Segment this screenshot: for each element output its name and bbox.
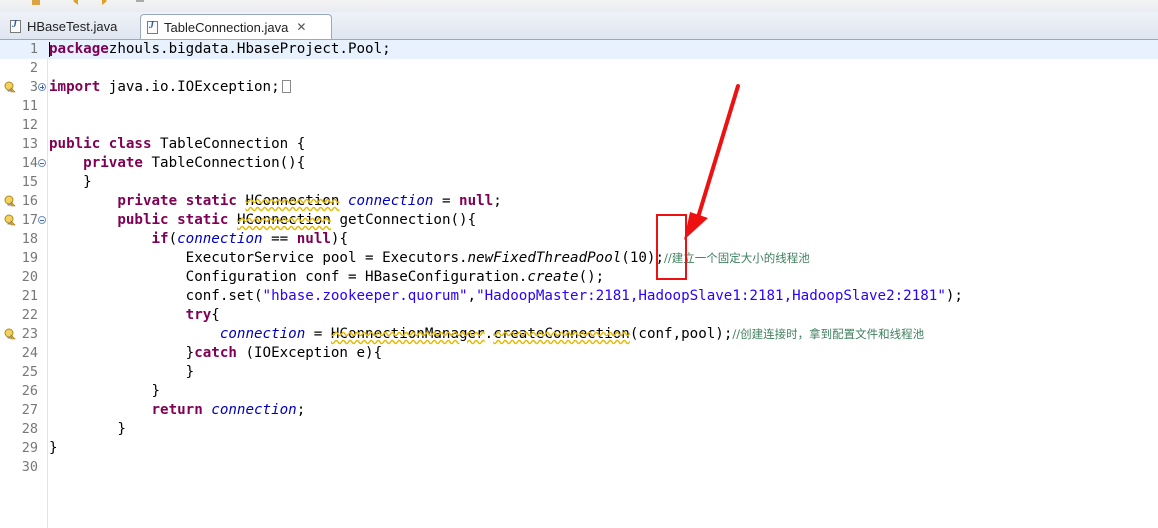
code-text: }: [49, 174, 92, 190]
tab-hbasetest[interactable]: HBaseTest.java: [4, 15, 138, 38]
code-line-30[interactable]: 30: [0, 458, 1158, 477]
code-text: }catch (IOException e){: [49, 345, 383, 361]
close-icon[interactable]: ✕: [296, 20, 306, 34]
code-line-16[interactable]: 16 private static HConnection connection…: [0, 192, 1158, 211]
line-number: 27: [21, 402, 38, 418]
code-line-29[interactable]: 29}: [0, 439, 1158, 458]
code-text: }: [49, 440, 58, 456]
line-number: 30: [21, 459, 38, 475]
code-text: private static HConnection connection = …: [117, 193, 502, 209]
code-text: }: [49, 364, 195, 380]
line-number: 21: [21, 288, 38, 304]
line-number: 19: [21, 250, 38, 266]
line-number: 26: [21, 383, 38, 399]
editor-tab-bar: HBaseTest.java TableConnection.java ✕: [0, 12, 1158, 40]
code-text: private TableConnection(){: [83, 155, 306, 171]
line-number: 16: [21, 193, 38, 209]
line-number: 1: [29, 41, 38, 57]
code-line-26[interactable]: 26 }: [0, 382, 1158, 401]
warning-lightbulb-icon[interactable]: [4, 195, 16, 207]
fold-expand-icon[interactable]: [38, 83, 46, 91]
warning-lightbulb-icon[interactable]: [4, 81, 16, 93]
line-number: 18: [21, 231, 38, 247]
tab-label: TableConnection.java: [164, 19, 289, 35]
code-line-1[interactable]: 1 packagezhouls.bigdata.HbaseProject.Pool…: [0, 40, 1158, 59]
code-line-17[interactable]: 17 public static HConnection getConnecti…: [0, 211, 1158, 230]
code-line-22[interactable]: 22 try{: [0, 306, 1158, 325]
code-line-28[interactable]: 28 }: [0, 420, 1158, 439]
code-line-13[interactable]: 13 public class TableConnection {: [0, 135, 1158, 154]
code-text: import java.io.IOException;: [49, 78, 291, 97]
collapsed-region-icon[interactable]: [281, 80, 291, 93]
code-editor[interactable]: 1 packagezhouls.bigdata.HbaseProject.Pool…: [0, 40, 1158, 528]
code-line-3[interactable]: 3 import java.io.IOException;: [0, 78, 1158, 97]
warning-lightbulb-icon[interactable]: [4, 328, 16, 340]
line-number: 13: [21, 136, 38, 152]
line-number: 17: [21, 212, 38, 228]
code-text: }: [49, 421, 126, 437]
line-number: 24: [21, 345, 38, 361]
code-text: packagezhouls.bigdata.HbaseProject.Pool;: [49, 41, 391, 57]
code-text: }: [49, 383, 161, 399]
code-line-11[interactable]: 11: [0, 97, 1158, 116]
code-text: return connection;: [151, 402, 306, 418]
fold-collapse-icon[interactable]: [38, 216, 46, 224]
line-number: 2: [29, 60, 38, 76]
line-number: 23: [21, 326, 38, 342]
java-file-icon: [147, 20, 158, 34]
code-text: conf.set("hbase.zookeeper.quorum","Hadoo…: [49, 288, 963, 304]
text-caret: [49, 42, 50, 57]
next-icon[interactable]: [134, 0, 146, 6]
code-line-14[interactable]: 14 private TableConnection(){: [0, 154, 1158, 173]
code-line-2[interactable]: 2: [0, 59, 1158, 78]
code-text: ExecutorService pool = Executors.newFixe…: [49, 250, 810, 266]
code-line-20[interactable]: 20 Configuration conf = HBaseConfigurati…: [0, 268, 1158, 287]
line-number: 15: [21, 174, 38, 190]
code-line-18[interactable]: 18 if(connection == null){: [0, 230, 1158, 249]
line-number: 12: [21, 117, 38, 133]
code-text: if(connection == null){: [151, 231, 349, 247]
line-number: 29: [21, 440, 38, 456]
warning-lightbulb-icon[interactable]: [4, 214, 16, 226]
java-file-icon: [10, 19, 21, 33]
code-line-25[interactable]: 25 }: [0, 363, 1158, 382]
toolbar: [0, 0, 1158, 12]
fold-collapse-icon[interactable]: [38, 159, 46, 167]
code-line-24[interactable]: 24 }catch (IOException e){: [0, 344, 1158, 363]
code-line-27[interactable]: 27 return connection;: [0, 401, 1158, 420]
code-line-23[interactable]: 23 connection = HConnectionManager.creat…: [0, 325, 1158, 344]
code-text: public static HConnection getConnection(…: [117, 212, 477, 228]
back-arrow-icon[interactable]: [72, 0, 84, 6]
code-text: try{: [185, 307, 220, 323]
toolbar-icon[interactable]: [30, 0, 42, 6]
forward-arrow-icon[interactable]: [96, 0, 108, 6]
tab-tableconnection[interactable]: TableConnection.java ✕: [140, 14, 332, 39]
code-line-21[interactable]: 21 conf.set("hbase.zookeeper.quorum","Ha…: [0, 287, 1158, 306]
line-number: 3: [29, 79, 38, 95]
line-number: 22: [21, 307, 38, 323]
code-line-15[interactable]: 15 }: [0, 173, 1158, 192]
line-number: 11: [21, 98, 38, 114]
line-number: 25: [21, 364, 38, 380]
line-number: 14: [21, 155, 38, 171]
line-number: 28: [21, 421, 38, 437]
code-text: connection = HConnectionManager.createCo…: [219, 326, 925, 342]
annotation-highlight-box: [656, 214, 687, 280]
code-line-12[interactable]: 12: [0, 116, 1158, 135]
code-text: Configuration conf = HBaseConfiguration.…: [49, 269, 605, 285]
code-text: public class TableConnection {: [49, 136, 306, 152]
code-line-19[interactable]: 19 ExecutorService pool = Executors.newF…: [0, 249, 1158, 268]
line-number: 20: [21, 269, 38, 285]
tab-label: HBaseTest.java: [27, 19, 118, 34]
